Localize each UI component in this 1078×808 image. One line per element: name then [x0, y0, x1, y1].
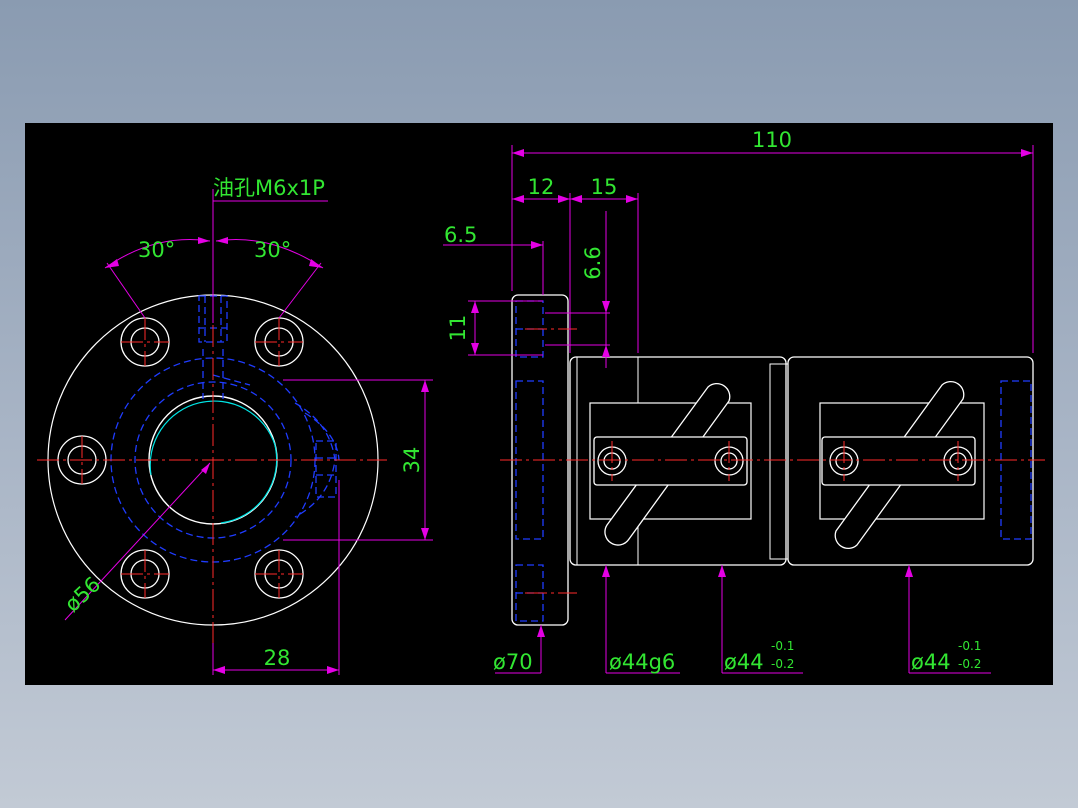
front-view: 油孔M6x1P 30° 30° 34 28 ø56: [37, 176, 433, 675]
front-dimensions: [64, 189, 433, 675]
dim-body1-upper: -0.1: [771, 639, 794, 653]
dim-body2-lower: -0.2: [958, 657, 981, 671]
side-view: 110 12 15 6.5 6.6 11 ø70 ø44g6 ø44 -0.1 …: [443, 128, 1045, 674]
front-arrows: [105, 237, 429, 674]
dim-body2: ø44: [911, 650, 951, 674]
dim-12: 12: [528, 175, 555, 199]
connector: [769, 363, 789, 560]
cad-drawing: 油孔M6x1P 30° 30° 34 28 ø56 110 12 15 6.5 …: [37, 128, 1045, 675]
dim-body1: ø44: [724, 650, 764, 674]
dim-6-6: 6.6: [581, 246, 605, 279]
dim-body2-upper: -0.1: [958, 639, 981, 653]
drawing-canvas[interactable]: 油孔M6x1P 30° 30° 34 28 ø56 110 12 15 6.5 …: [25, 123, 1053, 685]
thread-arc-2: [220, 444, 278, 524]
dim-width-28: 28: [264, 646, 291, 670]
dim-total-110: 110: [752, 128, 792, 152]
angle-left-label: 30°: [138, 238, 175, 262]
dim-flange-dia: ø70: [493, 650, 533, 674]
dim-11: 11: [446, 315, 470, 342]
dim-6-5: 6.5: [444, 223, 477, 247]
dim-15: 15: [591, 175, 618, 199]
dim-height-34: 34: [400, 447, 424, 474]
dim-body1-lower: -0.2: [771, 657, 794, 671]
oil-hole-label: 油孔M6x1P: [213, 176, 325, 200]
dim-g6: ø44g6: [609, 650, 675, 674]
angle-right-label: 30°: [254, 238, 291, 262]
